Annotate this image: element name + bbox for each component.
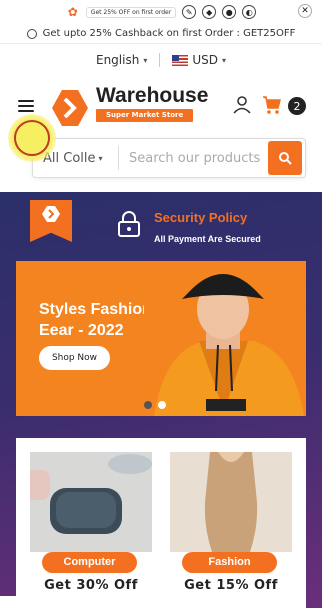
shop-now-button[interactable]: Shop Now: [39, 346, 110, 370]
category-card[interactable]: Computer Get 30% Off: [30, 452, 152, 608]
security-title: Security Policy: [154, 210, 248, 225]
language-select[interactable]: English ▾: [96, 53, 147, 67]
chevron-down-icon: ▾: [98, 153, 103, 163]
category-card[interactable]: Fashion Get 15% Off: [170, 452, 292, 608]
currency-value: USD: [192, 53, 218, 67]
user-icon[interactable]: [233, 96, 251, 114]
divider: [159, 53, 161, 67]
social-icon[interactable]: ◐: [242, 5, 257, 19]
cashback-bar: Get upto 25% Cashback on first Order : G…: [0, 24, 322, 44]
computer-product-image: [30, 452, 152, 552]
chevron-down-icon: ▾: [143, 55, 148, 65]
social-icon[interactable]: ●: [222, 5, 237, 19]
social-icon[interactable]: ◆: [202, 5, 217, 19]
search-icon: [279, 152, 292, 165]
brand-tagline: Super Market Store: [96, 109, 194, 122]
category-cards: Computer Get 30% Off Fashion Get 15% Off: [16, 438, 306, 608]
promo-bar: ✿ Get 25% OFF on first order ✎ ◆ ● ◐ ✕: [0, 0, 322, 24]
search-input[interactable]: [119, 150, 268, 166]
logo-icon[interactable]: [52, 90, 88, 126]
cart-count-badge[interactable]: 2: [288, 97, 306, 115]
currency-select[interactable]: USD ▾: [172, 53, 226, 67]
click-indicator: [8, 114, 56, 162]
security-subtitle: All Payment Are Secured: [154, 234, 261, 244]
us-flag-icon: [172, 54, 189, 66]
bottom-strip: [0, 596, 76, 608]
social-icon[interactable]: ✎: [182, 5, 197, 19]
promo-pill[interactable]: Get 25% OFF on first order: [85, 6, 177, 18]
category-label: Computer: [42, 552, 137, 573]
gift-icon: ✿: [65, 5, 80, 19]
language-value: English: [95, 53, 140, 67]
cashback-text: Get upto 25% Cashback on first Order : G…: [42, 28, 296, 39]
close-icon[interactable]: ✕: [298, 4, 312, 18]
search-button[interactable]: [268, 141, 302, 175]
logo-icon: [42, 206, 60, 222]
promo-banner[interactable]: Styles Fashion Eear - 2022 Shop Now: [16, 261, 306, 416]
search-bar: All Colle ▾: [32, 138, 306, 178]
lock-icon: [118, 211, 140, 237]
carousel-dot[interactable]: [144, 401, 152, 409]
menu-icon[interactable]: [18, 100, 34, 112]
mobile-page: ✿ Get 25% OFF on first order ✎ ◆ ● ◐ ✕ G…: [0, 0, 322, 608]
category-label: Fashion: [182, 552, 277, 573]
brand-name[interactable]: Warehouse: [96, 84, 208, 108]
category-offer: Get 30% Off: [44, 578, 138, 593]
banner-model-image: [144, 261, 306, 416]
carousel-dots: [144, 401, 166, 409]
chevron-down-icon: ▾: [221, 55, 226, 65]
cashback-icon: [26, 28, 37, 39]
locale-selectors: English ▾ USD ▾: [0, 48, 322, 72]
category-offer: Get 15% Off: [184, 578, 278, 593]
carousel-dot-active[interactable]: [158, 401, 166, 409]
cart-icon[interactable]: [262, 95, 282, 115]
fashion-product-image: [170, 452, 292, 552]
